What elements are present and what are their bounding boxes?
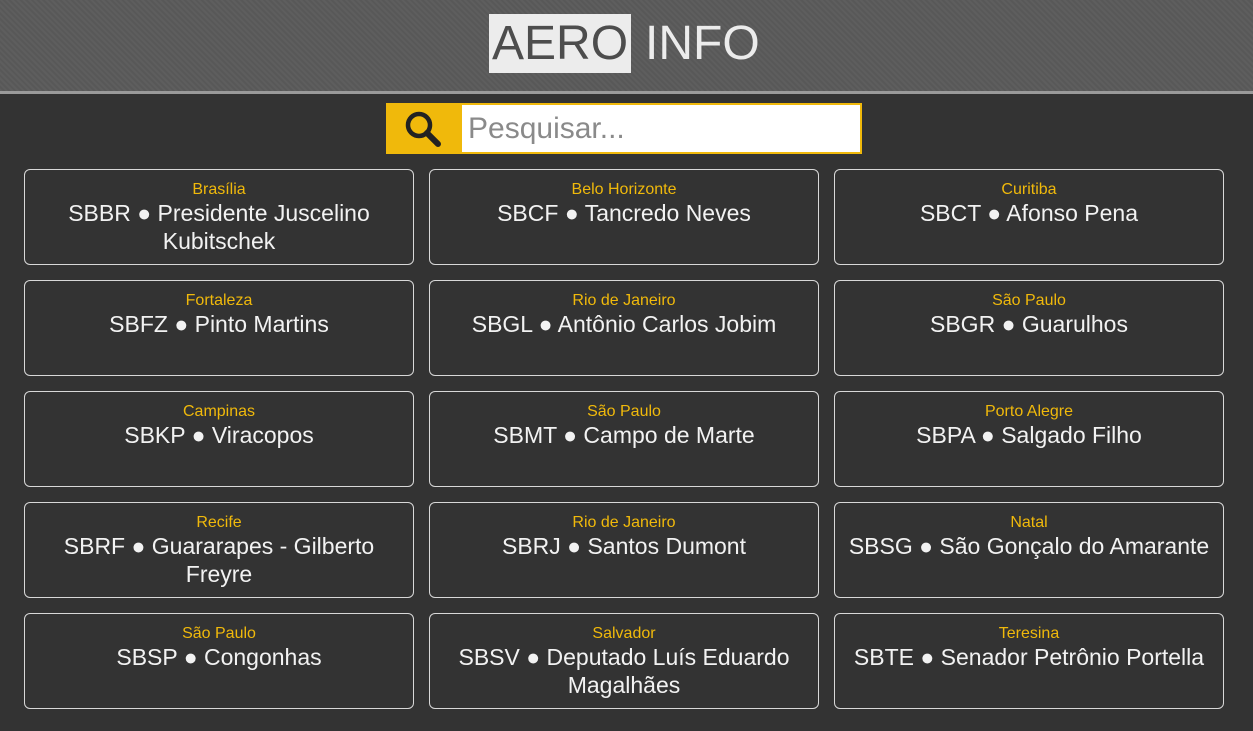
airport-name: SBSV ● Deputado Luís Eduardo Magalhães bbox=[458, 644, 790, 698]
airport-city: Recife bbox=[196, 514, 242, 531]
airport-name: SBRJ ● Santos Dumont bbox=[502, 533, 746, 559]
airport-card[interactable]: Porto Alegre SBPA ● Salgado Filho bbox=[834, 391, 1224, 487]
airport-card[interactable]: Rio de Janeiro SBGL ● Antônio Carlos Job… bbox=[429, 280, 819, 376]
airport-grid: Brasília SBBR ● Presidente Juscelino Kub… bbox=[24, 169, 1224, 709]
airport-card[interactable]: Natal SBSG ● São Gonçalo do Amarante bbox=[834, 502, 1224, 598]
airport-city: São Paulo bbox=[587, 403, 661, 420]
airport-card[interactable]: Belo Horizonte SBCF ● Tancredo Neves bbox=[429, 169, 819, 265]
logo-info: INFO bbox=[645, 17, 760, 70]
airport-card[interactable]: Fortaleza SBFZ ● Pinto Martins bbox=[24, 280, 414, 376]
airport-card[interactable]: Curitiba SBCT ● Afonso Pena bbox=[834, 169, 1224, 265]
airport-card[interactable]: Recife SBRF ● Guararapes - Gilberto Frey… bbox=[24, 502, 414, 598]
logo[interactable]: AERO INFO bbox=[489, 14, 760, 73]
airport-card[interactable]: Campinas SBKP ● Viracopos bbox=[24, 391, 414, 487]
airport-name: SBKP ● Viracopos bbox=[124, 422, 314, 448]
airport-card[interactable]: Brasília SBBR ● Presidente Juscelino Kub… bbox=[24, 169, 414, 265]
airport-name: SBBR ● Presidente Juscelino Kubitschek bbox=[68, 200, 370, 254]
airport-name: SBRF ● Guararapes - Gilberto Freyre bbox=[63, 533, 375, 587]
airport-city: Belo Horizonte bbox=[571, 181, 677, 198]
magnifier-icon bbox=[405, 111, 441, 147]
airport-city: Fortaleza bbox=[185, 292, 253, 309]
airport-city: Campinas bbox=[182, 403, 256, 420]
header: AERO INFO bbox=[0, 0, 1253, 94]
airport-name: SBFZ ● Pinto Martins bbox=[109, 311, 329, 337]
airport-city: Rio de Janeiro bbox=[572, 292, 676, 309]
airport-name: SBPA ● Salgado Filho bbox=[916, 422, 1142, 448]
airport-city: Porto Alegre bbox=[984, 403, 1074, 420]
airport-name: SBCF ● Tancredo Neves bbox=[497, 200, 751, 226]
airport-city: São Paulo bbox=[992, 292, 1066, 309]
search-button[interactable] bbox=[386, 103, 460, 154]
search-input[interactable] bbox=[460, 103, 862, 154]
airport-city: Teresina bbox=[998, 625, 1060, 642]
logo-aero: AERO bbox=[489, 14, 632, 73]
airport-city: Rio de Janeiro bbox=[572, 514, 676, 531]
airport-card[interactable]: São Paulo SBSP ● Congonhas bbox=[24, 613, 414, 709]
airport-name: SBCT ● Afonso Pena bbox=[919, 200, 1139, 226]
airport-city: Curitiba bbox=[1001, 181, 1057, 198]
airport-card[interactable]: Salvador SBSV ● Deputado Luís Eduardo Ma… bbox=[429, 613, 819, 709]
airport-name: SBSG ● São Gonçalo do Amarante bbox=[848, 533, 1210, 559]
airport-city: Natal bbox=[1010, 514, 1048, 531]
airport-name: SBTE ● Senador Petrônio Portella bbox=[853, 644, 1205, 670]
airport-name: SBSP ● Congonhas bbox=[116, 644, 322, 670]
airport-name: SBGR ● Guarulhos bbox=[930, 311, 1128, 337]
airport-name: SBMT ● Campo de Marte bbox=[493, 422, 755, 448]
airport-card[interactable]: Teresina SBTE ● Senador Petrônio Portell… bbox=[834, 613, 1224, 709]
airport-card[interactable]: São Paulo SBGR ● Guarulhos bbox=[834, 280, 1224, 376]
airport-card[interactable]: São Paulo SBMT ● Campo de Marte bbox=[429, 391, 819, 487]
airport-card[interactable]: Rio de Janeiro SBRJ ● Santos Dumont bbox=[429, 502, 819, 598]
airport-city: Salvador bbox=[592, 625, 656, 642]
airport-city: Brasília bbox=[192, 181, 246, 198]
airport-name: SBGL ● Antônio Carlos Jobim bbox=[471, 311, 777, 337]
search-bar bbox=[386, 103, 862, 154]
airport-city: São Paulo bbox=[182, 625, 256, 642]
